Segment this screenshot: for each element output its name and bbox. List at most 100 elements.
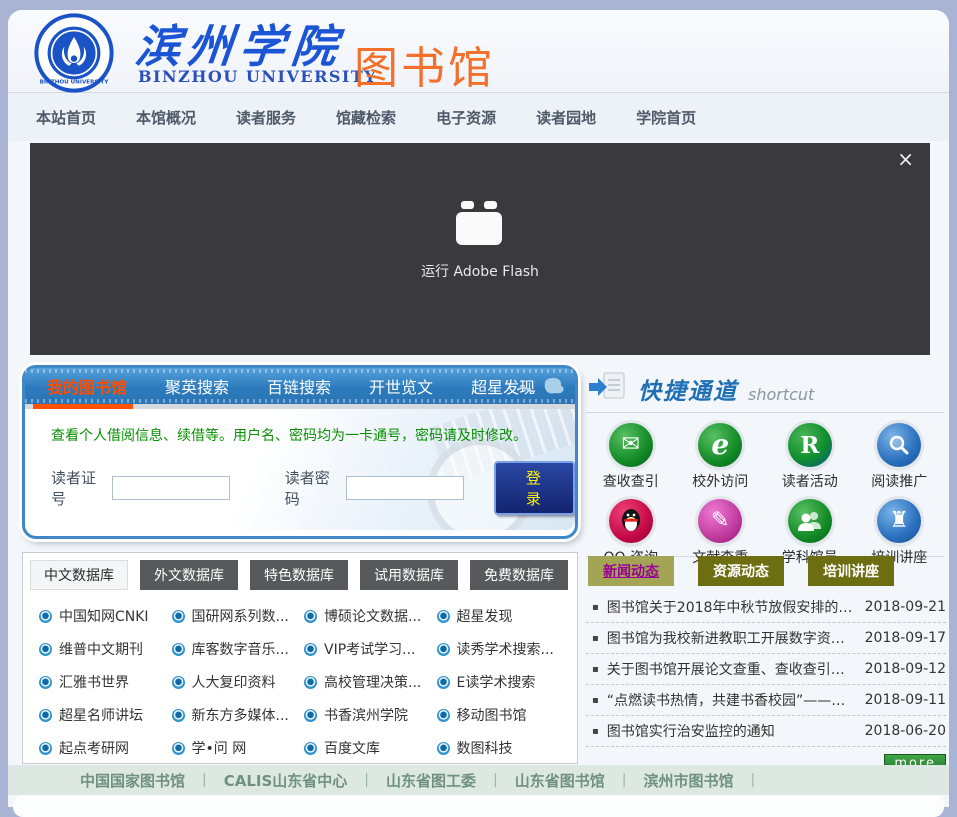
news-item-date: 2018-06-20: [865, 723, 946, 739]
bullet-icon: [172, 643, 185, 656]
bullet-icon: [39, 676, 52, 689]
my-library-panel: 我的图书馆 聚英搜索 百链搜索 开世览文 超星发现 查看个人借阅信息、续借等。用…: [22, 365, 578, 539]
nav-item-catalog-search[interactable]: 馆藏检索: [336, 107, 396, 128]
header: BINZHOU UNIVERSITY 滨州学院 BINZHOU UNIVERSI…: [8, 10, 949, 93]
shortcut-item-citation-check[interactable]: ✉ 查收查引: [586, 423, 676, 491]
db-tab-special[interactable]: 特色数据库: [250, 560, 348, 590]
db-item[interactable]: 汇雅书世界: [39, 672, 172, 692]
db-item[interactable]: 新东方多媒体...: [172, 705, 305, 725]
db-item[interactable]: 起点考研网: [39, 738, 172, 758]
nav-item-e-resources[interactable]: 电子资源: [436, 107, 496, 128]
flash-placeholder[interactable]: × 运行 Adobe Flash: [30, 143, 930, 355]
db-item[interactable]: 百度文库: [304, 738, 437, 758]
news-item[interactable]: 图书馆实行治安监控的通知 2018-06-20: [586, 716, 946, 747]
db-item[interactable]: 博硕论文数据...: [304, 606, 437, 626]
db-item[interactable]: 移动图书馆: [437, 705, 570, 725]
bullet-icon: [304, 676, 317, 689]
news-item[interactable]: “点燃读书热情，共建书香校园”——图... 2018-09-11: [586, 685, 946, 716]
db-item[interactable]: 维普中文期刊: [39, 639, 172, 659]
close-icon[interactable]: ×: [897, 149, 914, 169]
reader-id-label: 读者证号: [51, 467, 104, 509]
pencil-check-icon: ✎: [698, 499, 742, 543]
flash-plugin-icon[interactable]: [456, 201, 504, 247]
tab-juying-search[interactable]: 聚英搜索: [165, 374, 229, 398]
reader-r-icon: R: [788, 423, 832, 467]
db-tab-trial[interactable]: 试用数据库: [360, 560, 458, 590]
shortcut-title-cn: 快捷通道: [638, 372, 738, 406]
db-item[interactable]: 高校管理决策...: [304, 672, 437, 692]
bullet-icon: [304, 742, 317, 755]
bullet-icon: [39, 709, 52, 722]
footer-separator: |: [202, 772, 207, 788]
db-tab-chinese[interactable]: 中文数据库: [30, 560, 128, 590]
svg-text:BINZHOU UNIVERSITY: BINZHOU UNIVERSITY: [40, 79, 110, 85]
news-item[interactable]: 图书馆关于2018年中秋节放假安排的通... 2018-09-21: [586, 592, 946, 623]
login-form: 读者证号 读者密码 登 录: [51, 461, 575, 515]
nav-item-library-overview[interactable]: 本馆概况: [136, 107, 196, 128]
browser-e-icon: e: [698, 423, 742, 467]
db-item[interactable]: 书香滨州学院: [304, 705, 437, 725]
db-item[interactable]: E读学术搜索: [437, 672, 570, 692]
db-item[interactable]: 库客数字音乐...: [172, 639, 305, 659]
footer-link-shandong-library-committee[interactable]: 山东省图工委: [386, 770, 476, 791]
news-item[interactable]: 关于图书馆开展论文查重、查收查引等... 2018-09-12: [586, 654, 946, 685]
news-tab-news[interactable]: 新闻动态: [588, 556, 674, 586]
people-icon: [788, 499, 832, 543]
login-instruction: 查看个人借阅信息、续借等。用户名、密码均为一卡通号，密码请及时修改。: [51, 425, 575, 445]
university-name-cn: 滨州学院: [133, 10, 348, 75]
db-item[interactable]: 学•问 网: [172, 738, 305, 758]
site-title: 图书馆: [354, 32, 495, 96]
footer-link-shandong-library[interactable]: 山东省图书馆: [515, 770, 605, 791]
db-item[interactable]: VIP考试学习...: [304, 639, 437, 659]
footer-separator: |: [364, 772, 369, 788]
db-tab-foreign[interactable]: 外文数据库: [140, 560, 238, 590]
nav-item-university-home[interactable]: 学院首页: [636, 107, 696, 128]
db-item[interactable]: 国研网系列数...: [172, 606, 305, 626]
search-tab-bar: 我的图书馆 聚英搜索 百链搜索 开世览文 超星发现: [25, 368, 575, 404]
news-tab-resources[interactable]: 资源动态: [698, 556, 784, 586]
db-item[interactable]: 超星名师讲坛: [39, 705, 172, 725]
news-item-date: 2018-09-17: [865, 630, 946, 646]
reader-password-input[interactable]: [346, 476, 464, 500]
tab-my-library[interactable]: 我的图书馆: [47, 374, 127, 398]
bullet-icon: [304, 643, 317, 656]
bullet-icon: [437, 643, 450, 656]
db-item[interactable]: 超星发现: [437, 606, 570, 626]
tab-kaishi-lanwen[interactable]: 开世览文: [369, 374, 433, 398]
shortcut-item-reader-activities[interactable]: R 读者活动: [765, 423, 855, 491]
db-item[interactable]: 数图科技: [437, 738, 570, 758]
news-item[interactable]: 图书馆为我校新进教职工开展数字资源... 2018-09-17: [586, 623, 946, 654]
tab-bailian-search[interactable]: 百链搜索: [267, 374, 331, 398]
bullet-icon: [437, 742, 450, 755]
main-nav: 本站首页 本馆概况 读者服务 馆藏检索 电子资源 读者园地 学院首页: [8, 93, 949, 141]
db-item[interactable]: 中国知网CNKI: [39, 606, 172, 626]
nav-item-reader-corner[interactable]: 读者园地: [536, 107, 596, 128]
bullet-icon: [39, 610, 52, 623]
shortcut-item-reading-promotion[interactable]: 阅读推广: [855, 423, 945, 491]
nav-item-reader-services[interactable]: 读者服务: [236, 107, 296, 128]
footer-link-binzhou-city-library[interactable]: 滨州市图书馆: [643, 770, 733, 791]
login-button[interactable]: 登 录: [494, 461, 575, 515]
flash-run-label[interactable]: 运行 Adobe Flash: [30, 261, 930, 281]
footer-separator: |: [751, 772, 756, 788]
shortcut-section: 快捷通道 shortcut ✉ 查收查引 e 校外访问 R 读者活动: [586, 362, 944, 557]
bullet-icon: [172, 742, 185, 755]
qq-penguin-icon: [609, 499, 653, 543]
db-tab-free[interactable]: 免费数据库: [470, 560, 568, 590]
university-seal-icon[interactable]: BINZHOU UNIVERSITY: [34, 13, 114, 93]
shortcut-grid: ✉ 查收查引 e 校外访问 R 读者活动 阅读推广: [586, 423, 944, 567]
footer-link-calis-shandong[interactable]: CALIS山东省中心: [224, 770, 348, 791]
db-item[interactable]: 读秀学术搜索...: [437, 639, 570, 659]
shortcut-header: 快捷通道 shortcut: [586, 362, 944, 413]
cloud-decoration-icon: [515, 374, 565, 402]
database-list: 中国知网CNKI 国研网系列数... 博硕论文数据... 超星发现 维普中文期刊…: [23, 590, 577, 758]
magnifier-globe-icon: [877, 423, 921, 467]
news-tab-training[interactable]: 培训讲座: [808, 556, 894, 586]
db-item[interactable]: 人大复印资料: [172, 672, 305, 692]
nav-item-site-home[interactable]: 本站首页: [36, 107, 96, 128]
shortcut-item-offcampus-access[interactable]: e 校外访问: [676, 423, 766, 491]
news-item-title: 图书馆关于2018年中秋节放假安排的通...: [607, 597, 857, 617]
footer-link-national-library[interactable]: 中国国家图书馆: [80, 770, 185, 791]
reader-id-input[interactable]: [112, 476, 230, 500]
bullet-icon: [172, 610, 185, 623]
